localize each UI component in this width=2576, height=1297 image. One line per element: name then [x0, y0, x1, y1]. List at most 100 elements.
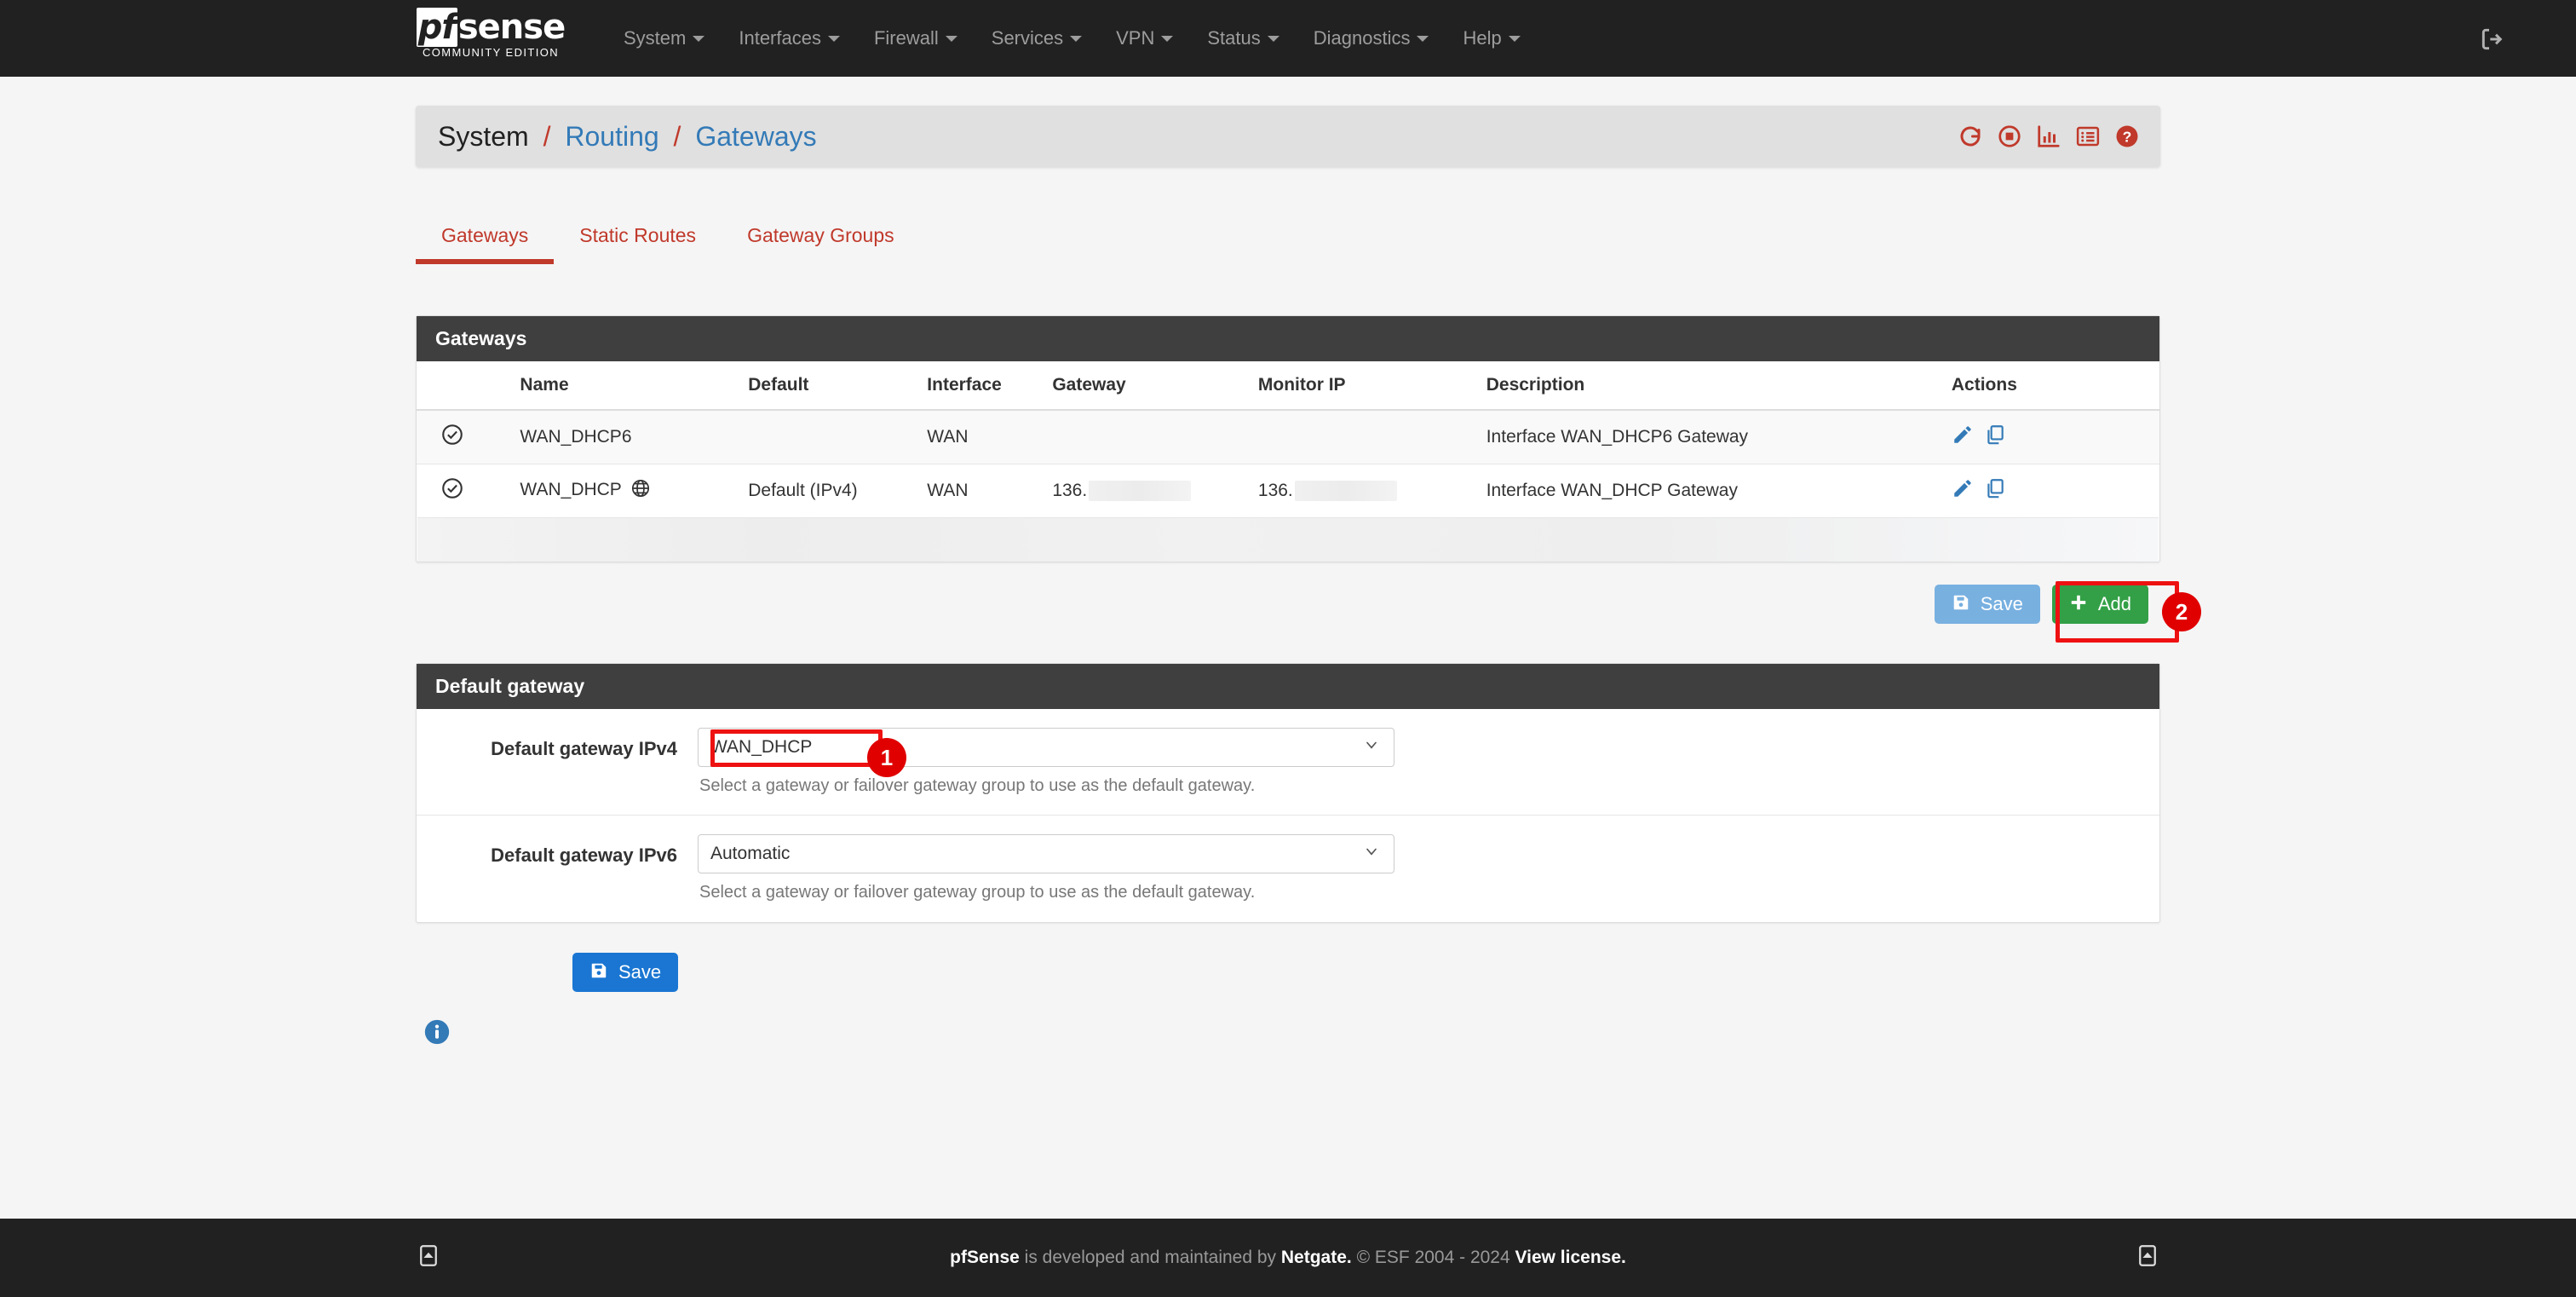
table-row[interactable]: WAN_DHCP6 WAN Interface WAN_DHCP6 Gatewa… — [417, 410, 2159, 464]
nav-item-vpn[interactable]: VPN — [1099, 0, 1190, 77]
top-navbar: pfsense COMMUNITY EDITION System Interfa… — [0, 0, 2576, 77]
add-button[interactable]: Add — [2052, 585, 2148, 624]
default-gateway-ipv4-select[interactable]: WAN_DHCP — [698, 728, 1394, 767]
check-circle-icon — [440, 431, 464, 451]
nav-item-services[interactable]: Services — [975, 0, 1099, 77]
row-name-cell: WAN_DHCP — [513, 464, 741, 518]
nav-item-diagnostics[interactable]: Diagnostics — [1297, 0, 1446, 77]
nav-item-system[interactable]: System — [607, 0, 722, 77]
table-row[interactable]: WAN_DHCP Default (IPv4) WAN 136. — [417, 464, 2159, 518]
gateway-name: WAN_DHCP6 — [520, 427, 631, 447]
row-status-cell — [417, 410, 513, 464]
gateway-ip-prefix: 136. — [1052, 481, 1087, 500]
save-button-label: Save — [1981, 595, 2023, 614]
scroll-top-icon[interactable] — [2135, 1243, 2160, 1273]
gateways-table-body: WAN_DHCP6 WAN Interface WAN_DHCP6 Gatewa… — [417, 410, 2159, 517]
footer-text: pfSense is developed and maintained by N… — [950, 1248, 1626, 1268]
save-button-table[interactable]: Save — [1935, 585, 2040, 624]
row-actions-cell — [1945, 464, 2159, 518]
floppy-icon — [1952, 593, 1970, 615]
chevron-down-icon — [828, 36, 840, 42]
footer-license-link[interactable]: View license. — [1515, 1248, 1626, 1267]
nav-label-vpn: VPN — [1116, 27, 1154, 49]
brand-logo-pf: pf — [417, 8, 457, 47]
nav-item-interfaces[interactable]: Interfaces — [722, 0, 857, 77]
chevron-down-icon — [693, 36, 704, 42]
footer-text-mid: is developed and maintained by — [1020, 1248, 1281, 1267]
nav-label-firewall: Firewall — [874, 27, 939, 49]
annotation-badge-1: 1 — [867, 738, 906, 777]
add-button-label: Add — [2098, 595, 2131, 614]
gateway-name: WAN_DHCP — [520, 480, 621, 499]
tab-label-gateways: Gateways — [441, 224, 528, 246]
nav-item-firewall[interactable]: Firewall — [857, 0, 975, 77]
tab-gateways[interactable]: Gateways — [416, 217, 554, 264]
svg-text:?: ? — [2123, 129, 2132, 146]
default-gateway-ipv4-value: WAN_DHCP — [710, 737, 812, 758]
row-gateway-cell — [1045, 410, 1251, 464]
monitor-ip-prefix: 136. — [1258, 481, 1293, 500]
gateway-ip-redacted — [1089, 481, 1191, 501]
row-interface-cell: WAN — [920, 410, 1045, 464]
column-header-name: Name — [513, 361, 741, 410]
chevron-down-icon — [1268, 36, 1279, 42]
default-gateway-ipv6-select[interactable]: Automatic — [698, 834, 1394, 873]
footer-netgate-link[interactable]: Netgate. — [1281, 1248, 1352, 1267]
default-gateway-ipv6-value: Automatic — [710, 844, 790, 864]
breadcrumb-link-gateways[interactable]: Gateways — [695, 121, 816, 152]
nav-label-diagnostics: Diagnostics — [1314, 27, 1411, 49]
column-header-actions: Actions — [1945, 361, 2159, 410]
default-gateway-ipv4-row: Default gateway IPv4 WAN_DHCP Select a g… — [417, 709, 2159, 796]
log-icon[interactable] — [2075, 124, 2101, 149]
help-icon[interactable]: ? — [2114, 124, 2140, 149]
pfsense-logo[interactable]: pfsense COMMUNITY EDITION — [407, 10, 574, 59]
plus-icon — [2069, 593, 2088, 615]
chevron-down-icon — [946, 36, 957, 42]
chevron-down-icon — [1417, 36, 1429, 42]
nav-label-help: Help — [1463, 27, 1501, 49]
row-monitor-cell: 136. — [1251, 464, 1480, 518]
row-description-cell: Interface WAN_DHCP Gateway — [1480, 464, 1945, 518]
breadcrumb-link-routing[interactable]: Routing — [565, 121, 658, 152]
row-description-cell: Interface WAN_DHCP6 Gateway — [1480, 410, 1945, 464]
nav-label-system: System — [624, 27, 686, 49]
default-gateway-ipv4-help: Select a gateway or failover gateway gro… — [698, 776, 2159, 796]
edit-icon[interactable] — [1952, 477, 1974, 504]
nav-item-status[interactable]: Status — [1190, 0, 1296, 77]
footer-copyright: © ESF 2004 - 2024 — [1352, 1248, 1515, 1267]
breadcrumb-root: System — [438, 121, 529, 152]
reload-icon[interactable] — [1958, 124, 1983, 149]
gateways-action-buttons: Save Add — [416, 585, 2160, 624]
monitor-ip-redacted — [1295, 481, 1397, 501]
copy-icon[interactable] — [1984, 477, 2006, 504]
globe-icon — [630, 478, 651, 504]
tab-static-routes[interactable]: Static Routes — [554, 217, 722, 264]
chart-icon[interactable] — [2036, 124, 2061, 149]
column-header-monitor-ip: Monitor IP — [1251, 361, 1480, 410]
save-button-bottom-label: Save — [618, 963, 661, 982]
tab-label-static-routes: Static Routes — [579, 224, 696, 246]
row-interface-cell: WAN — [920, 464, 1045, 518]
breadcrumb-actions: ? — [1958, 106, 2140, 167]
info-icon[interactable] — [423, 1017, 451, 1051]
copy-icon[interactable] — [1984, 424, 2006, 451]
chevron-down-icon — [1363, 843, 1380, 865]
tab-gateway-groups[interactable]: Gateway Groups — [722, 217, 920, 264]
edit-icon[interactable] — [1952, 424, 1974, 451]
navbar-menu: System Interfaces Firewall Services VPN … — [607, 0, 1538, 77]
breadcrumb-separator: / — [674, 121, 681, 152]
row-actions-cell — [1945, 410, 2159, 464]
nav-item-help[interactable]: Help — [1446, 0, 1537, 77]
logout-icon[interactable] — [2479, 26, 2506, 53]
default-gateway-panel: Default gateway Default gateway IPv4 WAN… — [416, 663, 2160, 923]
default-gateway-ipv6-help: Select a gateway or failover gateway gro… — [698, 883, 2159, 902]
nav-label-status: Status — [1207, 27, 1260, 49]
tab-bar: Gateways Static Routes Gateway Groups — [416, 217, 2160, 270]
row-default-cell: Default (IPv4) — [741, 464, 920, 518]
scroll-top-icon[interactable] — [416, 1243, 441, 1273]
row-default-cell — [741, 410, 920, 464]
annotation-badge-2: 2 — [2162, 592, 2201, 631]
save-button-bottom[interactable]: Save — [572, 953, 678, 992]
table-row-redacted — [417, 517, 2159, 562]
stop-icon[interactable] — [1997, 124, 2022, 149]
